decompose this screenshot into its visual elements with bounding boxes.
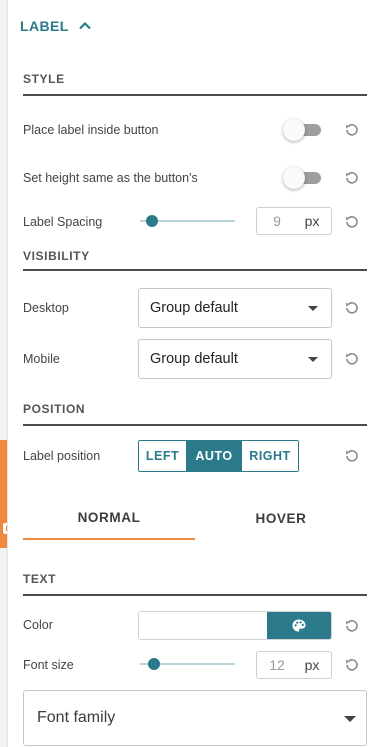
same-height-text: Set height same as the button's: [23, 171, 198, 185]
spacing-value: 9: [273, 213, 281, 229]
caret-down-icon: [308, 357, 318, 362]
font-family-select[interactable]: Font family: [23, 690, 367, 746]
reset-icon[interactable]: [344, 618, 360, 634]
font-size-label: Font size: [23, 658, 74, 672]
label-section-toggle[interactable]: LABEL: [20, 18, 93, 34]
text-divider: [23, 594, 367, 596]
position-option-right[interactable]: RIGHT: [241, 441, 298, 471]
font-size-unit: px: [304, 657, 320, 673]
color-picker[interactable]: [138, 611, 332, 640]
tab-normal[interactable]: NORMAL: [23, 496, 195, 540]
palette-button[interactable]: [267, 612, 331, 639]
style-heading: STYLE: [23, 72, 65, 86]
position-option-left[interactable]: LEFT: [139, 441, 187, 471]
font-size-value: 12: [269, 657, 285, 673]
style-divider: [23, 94, 367, 96]
mobile-visibility-select[interactable]: Group default: [138, 339, 332, 379]
reset-icon[interactable]: [344, 351, 360, 367]
reset-icon[interactable]: [344, 214, 360, 230]
label-position-segmented: LEFT AUTO RIGHT: [138, 440, 299, 472]
caret-down-icon: [308, 306, 318, 311]
reset-icon[interactable]: [344, 122, 360, 138]
tab-hover[interactable]: HOVER: [195, 496, 367, 540]
slider-thumb[interactable]: [148, 658, 161, 670]
label-spacing-slider[interactable]: [140, 214, 235, 228]
label-spacing-input[interactable]: 9 px: [256, 207, 332, 235]
color-swatch[interactable]: [139, 612, 269, 639]
section-title: LABEL: [20, 18, 69, 34]
desktop-label: Desktop: [23, 301, 69, 315]
chevron-up-icon: [78, 21, 91, 30]
mobile-label: Mobile: [23, 352, 60, 366]
text-heading: TEXT: [23, 572, 57, 586]
inside-label-text: Place label inside button: [23, 123, 159, 137]
position-divider: [23, 424, 367, 426]
reset-icon[interactable]: [344, 657, 360, 673]
reset-icon[interactable]: [344, 448, 360, 464]
desktop-visibility-select[interactable]: Group default: [138, 288, 332, 328]
reset-icon[interactable]: [344, 170, 360, 186]
color-label: Color: [23, 618, 53, 632]
slider-thumb[interactable]: [145, 215, 158, 227]
inside-label-toggle[interactable]: [283, 119, 321, 141]
position-heading: POSITION: [23, 402, 86, 416]
position-option-auto[interactable]: AUTO: [187, 441, 241, 471]
reset-icon[interactable]: [344, 300, 360, 316]
label-spacing-text: Label Spacing: [23, 215, 103, 229]
spacing-unit: px: [304, 213, 320, 229]
visibility-divider: [23, 269, 367, 271]
palette-icon: [292, 619, 306, 631]
font-family-placeholder: Font family: [37, 709, 116, 726]
font-size-input[interactable]: 12 px: [256, 651, 332, 679]
caret-down-icon: [344, 716, 356, 722]
mobile-select-value: Group default: [150, 351, 238, 367]
desktop-select-value: Group default: [150, 300, 238, 316]
visibility-heading: VISIBILITY: [23, 249, 90, 263]
label-position-text: Label position: [23, 449, 101, 463]
state-tabs: NORMAL HOVER: [23, 496, 367, 540]
font-size-slider[interactable]: [140, 657, 235, 671]
same-height-toggle[interactable]: [283, 167, 321, 189]
